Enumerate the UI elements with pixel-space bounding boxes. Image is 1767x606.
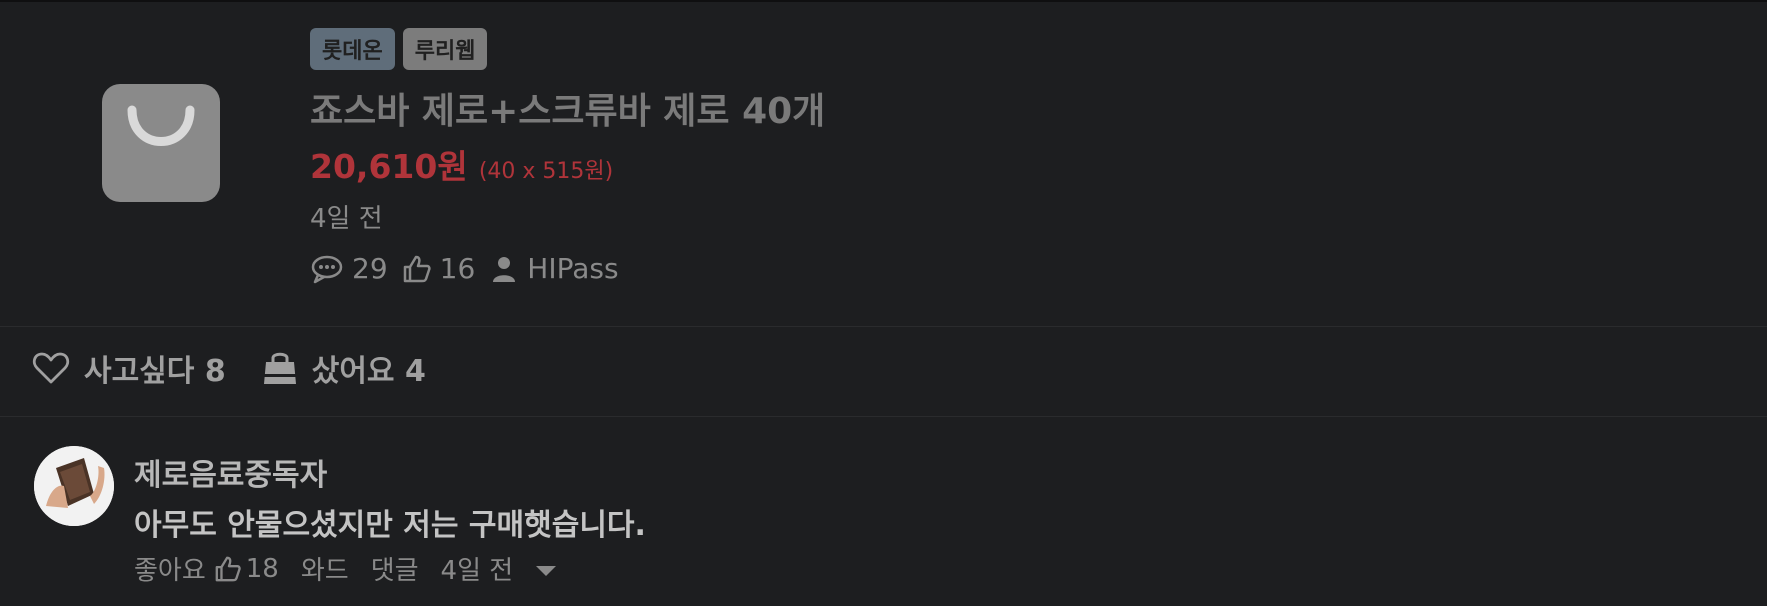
bought-button[interactable]: 샀어요 4 bbox=[262, 346, 426, 390]
comment-icon bbox=[310, 254, 344, 284]
comment-actions: 좋아요 18 와드 댓글 4일 전 bbox=[134, 550, 557, 587]
shopping-bag-icon bbox=[127, 105, 195, 146]
user-icon bbox=[489, 254, 519, 284]
comment-like-button[interactable]: 좋아요 18 bbox=[134, 550, 279, 587]
avatar[interactable] bbox=[34, 446, 114, 526]
badge-group: 롯데온 루리웹 bbox=[310, 28, 488, 70]
divider bbox=[0, 326, 1767, 327]
posted-time: 4일 전 bbox=[310, 204, 383, 234]
deal-title[interactable]: 죠스바 제로+스크류바 제로 40개 bbox=[310, 82, 825, 134]
unit-price: (40 x 515원) bbox=[478, 159, 614, 184]
wad-button[interactable]: 와드 bbox=[301, 550, 349, 587]
comment-count: 29 bbox=[352, 252, 388, 285]
store-badge[interactable]: 롯데온 bbox=[310, 28, 395, 70]
dropdown-caret-icon[interactable] bbox=[535, 554, 557, 584]
want-button[interactable]: 사고싶다 8 bbox=[32, 346, 226, 390]
like-count: 16 bbox=[439, 252, 476, 285]
thumbs-up-icon bbox=[402, 254, 432, 284]
price-row: 20,610원 (40 x 515원) bbox=[310, 140, 613, 188]
comment-time: 4일 전 bbox=[440, 556, 514, 586]
thumbs-up-icon bbox=[214, 555, 242, 583]
divider bbox=[0, 416, 1767, 417]
comment-author[interactable]: 제로음료중독자 bbox=[134, 450, 327, 494]
author-name[interactable]: HIPass bbox=[527, 252, 618, 285]
deal-actions: 사고싶다 8 샀어요 4 bbox=[32, 346, 426, 390]
product-thumbnail[interactable] bbox=[102, 84, 220, 202]
comment-like-count: 18 bbox=[245, 553, 279, 584]
bag-icon bbox=[262, 350, 298, 386]
comment-text: 아무도 안물으셨지만 저는 구매햇습니다. bbox=[134, 508, 646, 543]
source-badge[interactable]: 루리웹 bbox=[402, 28, 488, 70]
deal-meta: 29 16 HIPass bbox=[310, 252, 633, 285]
deal-info: 롯데온 루리웹 죠스바 제로+스크류바 제로 40개 20,610원 (40 x… bbox=[310, 28, 825, 285]
like-label: 좋아요 bbox=[134, 556, 206, 586]
deal-card[interactable]: 롯데온 루리웹 죠스바 제로+스크류바 제로 40개 20,610원 (40 x… bbox=[0, 2, 1767, 326]
reply-button[interactable]: 댓글 bbox=[371, 550, 419, 587]
deal-price: 20,610원 bbox=[310, 147, 468, 186]
want-label: 사고싶다 8 bbox=[84, 354, 226, 389]
bought-label: 샀어요 4 bbox=[311, 354, 426, 389]
heart-icon bbox=[32, 351, 70, 385]
